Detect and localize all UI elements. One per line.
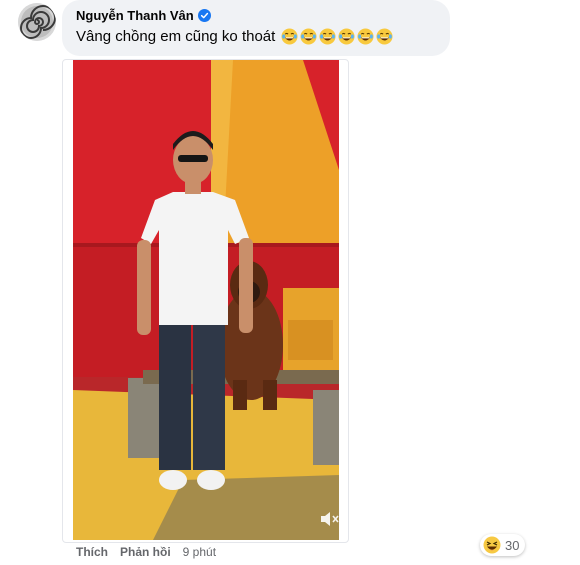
video-frame[interactable] [73,60,339,540]
author-name[interactable]: Nguyễn Thanh Vân [76,8,194,23]
avatar[interactable] [18,3,56,41]
comment-author: Nguyễn Thanh Vân [76,8,211,23]
laughing-tears-emoji-icon [376,28,393,45]
laughing-tears-emoji-icon [338,28,355,45]
like-button[interactable]: Thích [76,545,108,559]
emoji-row [281,28,393,45]
comment-actions: Thích Phản hồi 9 phút [76,545,216,559]
comment-text: Vâng chồng em cũng ko thoát [76,28,276,45]
laughing-tears-emoji-icon [300,28,317,45]
comment-text-line: Vâng chồng em cũng ko thoát [76,28,393,45]
comment-bubble: Nguyễn Thanh Vân Vâng chồng em cũng ko t… [62,0,450,56]
laughing-tears-emoji-icon [319,28,336,45]
video-attachment[interactable] [62,59,349,543]
video-frame-image [73,60,339,540]
haha-reaction-icon [483,536,501,554]
reply-button[interactable]: Phản hồi [120,545,171,559]
reaction-count: 30 [505,537,520,553]
verified-badge-icon [197,9,211,22]
laughing-tears-emoji-icon [281,28,298,45]
comment-timestamp[interactable]: 9 phút [183,545,216,559]
laughing-tears-emoji-icon [357,28,374,45]
avatar-swirl-image [18,3,56,41]
reaction-summary[interactable]: 30 [480,534,526,556]
mute-button[interactable] [316,506,342,532]
speaker-muted-icon [321,512,339,526]
